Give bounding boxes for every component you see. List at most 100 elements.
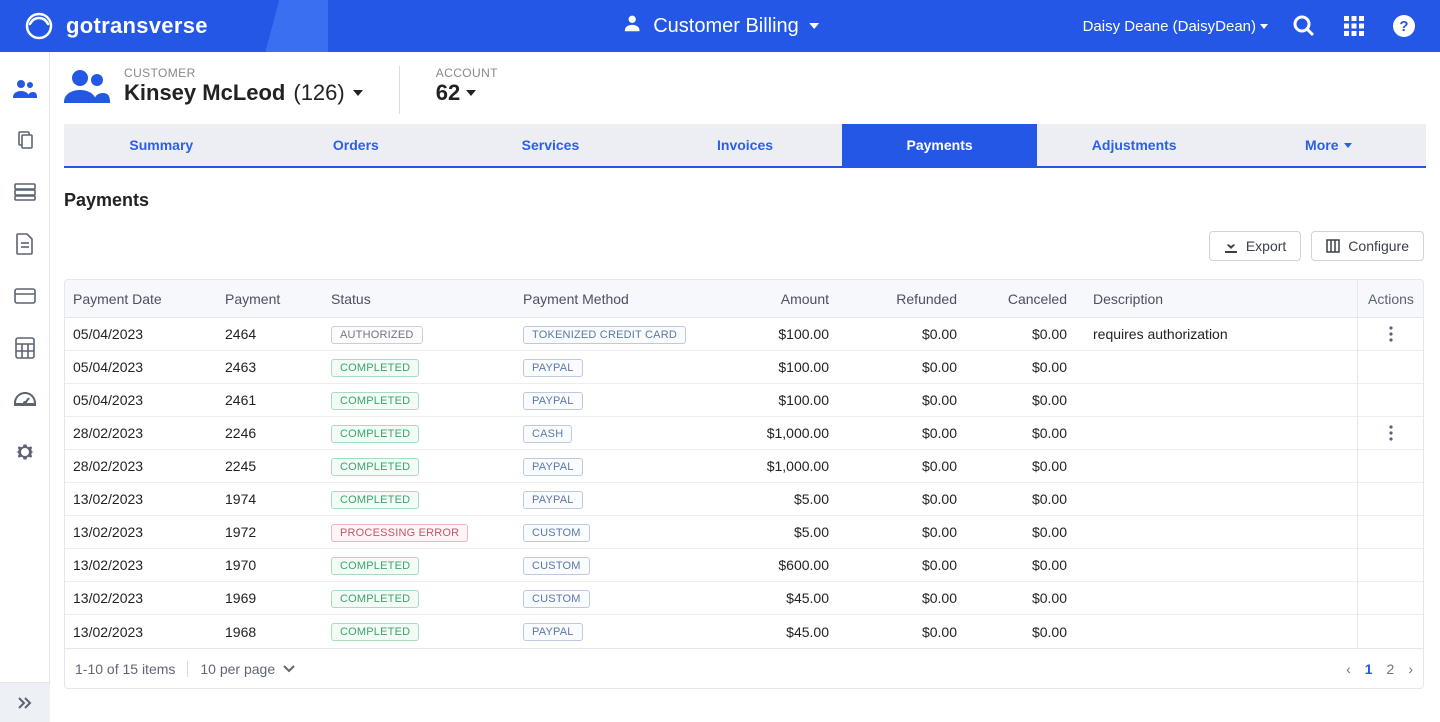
rail-settings[interactable] bbox=[0, 426, 50, 478]
top-bar: gotransverse Customer Billing Daisy Dean… bbox=[0, 0, 1440, 52]
section-title: Payments bbox=[64, 190, 1424, 211]
table-row[interactable]: 13/02/20231972PROCESSING ERRORCUSTOM$5.0… bbox=[65, 516, 1423, 549]
cell-status: COMPLETED bbox=[323, 490, 515, 509]
rail-customers[interactable] bbox=[0, 62, 50, 114]
pager-page-1[interactable]: 1 bbox=[1365, 661, 1373, 677]
col-header-actions: Actions bbox=[1357, 280, 1423, 317]
cell-amount: $100.00 bbox=[747, 392, 847, 408]
tab-more[interactable]: More bbox=[1231, 124, 1426, 166]
tab-invoices[interactable]: Invoices bbox=[648, 124, 843, 166]
col-header-refunded[interactable]: Refunded bbox=[847, 291, 975, 307]
search-button[interactable] bbox=[1290, 12, 1318, 40]
cell-method: PAYPAL bbox=[515, 490, 747, 509]
row-actions-button[interactable] bbox=[1357, 417, 1423, 449]
cell-method: PAYPAL bbox=[515, 391, 747, 410]
cell-refunded: $0.00 bbox=[847, 326, 975, 342]
cell-method: CUSTOM bbox=[515, 556, 747, 575]
caret-down-icon bbox=[466, 90, 476, 96]
caret-down-icon bbox=[353, 90, 363, 96]
per-page-selector[interactable]: 10 per page bbox=[200, 661, 295, 677]
rail-document[interactable] bbox=[0, 218, 50, 270]
cell-date: 13/02/2023 bbox=[65, 624, 217, 640]
pager-next[interactable]: › bbox=[1408, 661, 1413, 677]
module-switcher[interactable]: Customer Billing bbox=[621, 12, 819, 40]
pager: ‹ 1 2 › bbox=[1346, 661, 1413, 677]
rail-copy[interactable] bbox=[0, 114, 50, 166]
cell-amount: $45.00 bbox=[747, 624, 847, 640]
cell-date: 13/02/2023 bbox=[65, 590, 217, 606]
tabs-bar: Summary Orders Services Invoices Payment… bbox=[64, 124, 1426, 168]
table-row[interactable]: 13/02/20231968COMPLETEDPAYPAL$45.00$0.00… bbox=[65, 615, 1423, 648]
cell-payment: 1974 bbox=[217, 491, 323, 507]
cell-canceled: $0.00 bbox=[975, 524, 1085, 540]
cell-amount: $45.00 bbox=[747, 590, 847, 606]
table-row[interactable]: 13/02/20231974COMPLETEDPAYPAL$5.00$0.00$… bbox=[65, 483, 1423, 516]
export-button[interactable]: Export bbox=[1209, 231, 1301, 261]
cell-date: 28/02/2023 bbox=[65, 458, 217, 474]
payments-table: Payment Date Payment Status Payment Meth… bbox=[64, 279, 1424, 689]
caret-down-icon bbox=[809, 23, 819, 29]
cell-method: CASH bbox=[515, 424, 747, 443]
pager-page-2[interactable]: 2 bbox=[1387, 661, 1395, 677]
col-header-canceled[interactable]: Canceled bbox=[975, 291, 1085, 307]
rail-dashboard[interactable] bbox=[0, 374, 50, 426]
rail-expand[interactable] bbox=[0, 682, 50, 722]
row-actions-button bbox=[1357, 615, 1423, 648]
table-row[interactable]: 05/04/20232464AUTHORIZEDTOKENIZED CREDIT… bbox=[65, 318, 1423, 351]
cell-status: COMPLETED bbox=[323, 457, 515, 476]
cell-refunded: $0.00 bbox=[847, 491, 975, 507]
row-actions-button bbox=[1357, 582, 1423, 614]
chevron-down-icon bbox=[283, 665, 295, 673]
table-row[interactable]: 05/04/20232461COMPLETEDPAYPAL$100.00$0.0… bbox=[65, 384, 1423, 417]
table-row[interactable]: 13/02/20231969COMPLETEDCUSTOM$45.00$0.00… bbox=[65, 582, 1423, 615]
side-rail bbox=[0, 52, 50, 722]
row-actions-button bbox=[1357, 516, 1423, 548]
cell-canceled: $0.00 bbox=[975, 557, 1085, 573]
cell-method: PAYPAL bbox=[515, 457, 747, 476]
tab-payments[interactable]: Payments bbox=[842, 124, 1037, 166]
cell-amount: $5.00 bbox=[747, 524, 847, 540]
caret-down-icon bbox=[1260, 24, 1268, 29]
cell-status: COMPLETED bbox=[323, 622, 515, 641]
cell-method: TOKENIZED CREDIT CARD bbox=[515, 325, 747, 344]
vertical-divider bbox=[399, 66, 400, 114]
cell-status: COMPLETED bbox=[323, 556, 515, 575]
table-row[interactable]: 13/02/20231970COMPLETEDCUSTOM$600.00$0.0… bbox=[65, 549, 1423, 582]
col-header-amount[interactable]: Amount bbox=[747, 291, 847, 307]
row-actions-button bbox=[1357, 450, 1423, 482]
rail-calculator[interactable] bbox=[0, 322, 50, 374]
cell-payment: 2463 bbox=[217, 359, 323, 375]
tab-summary[interactable]: Summary bbox=[64, 124, 259, 166]
configure-button[interactable]: Configure bbox=[1311, 231, 1424, 261]
customer-selector[interactable]: CUSTOMER Kinsey McLeod (126) bbox=[64, 66, 363, 106]
content-scroll[interactable]: Payments Export Configure Payment Date P… bbox=[50, 168, 1438, 722]
cell-method: PAYPAL bbox=[515, 358, 747, 377]
table-row[interactable]: 28/02/20232246COMPLETEDCASH$1,000.00$0.0… bbox=[65, 417, 1423, 450]
tab-services[interactable]: Services bbox=[453, 124, 648, 166]
col-header-date[interactable]: Payment Date bbox=[65, 291, 217, 307]
rail-database[interactable] bbox=[0, 166, 50, 218]
range-label: 1-10 of 15 items bbox=[75, 661, 175, 677]
account-label: ACCOUNT bbox=[436, 66, 498, 80]
help-button[interactable]: ? bbox=[1390, 12, 1418, 40]
tab-orders[interactable]: Orders bbox=[259, 124, 454, 166]
col-header-method[interactable]: Payment Method bbox=[515, 291, 747, 307]
row-actions-button[interactable] bbox=[1357, 318, 1423, 350]
cell-payment: 2464 bbox=[217, 326, 323, 342]
table-row[interactable]: 05/04/20232463COMPLETEDPAYPAL$100.00$0.0… bbox=[65, 351, 1423, 384]
col-header-description[interactable]: Description bbox=[1085, 291, 1357, 307]
tab-adjustments[interactable]: Adjustments bbox=[1037, 124, 1232, 166]
pager-prev[interactable]: ‹ bbox=[1346, 661, 1351, 677]
col-header-payment[interactable]: Payment bbox=[217, 291, 323, 307]
apps-grid-button[interactable] bbox=[1340, 12, 1368, 40]
user-menu[interactable]: Daisy Deane (DaisyDean) bbox=[1083, 18, 1268, 35]
table-row[interactable]: 28/02/20232245COMPLETEDPAYPAL$1,000.00$0… bbox=[65, 450, 1423, 483]
rail-card[interactable] bbox=[0, 270, 50, 322]
cell-status: AUTHORIZED bbox=[323, 325, 515, 344]
cell-date: 13/02/2023 bbox=[65, 524, 217, 540]
account-selector[interactable]: ACCOUNT 62 bbox=[436, 66, 498, 106]
cell-refunded: $0.00 bbox=[847, 557, 975, 573]
customer-number: (126) bbox=[293, 80, 344, 106]
cell-canceled: $0.00 bbox=[975, 425, 1085, 441]
col-header-status[interactable]: Status bbox=[323, 291, 515, 307]
